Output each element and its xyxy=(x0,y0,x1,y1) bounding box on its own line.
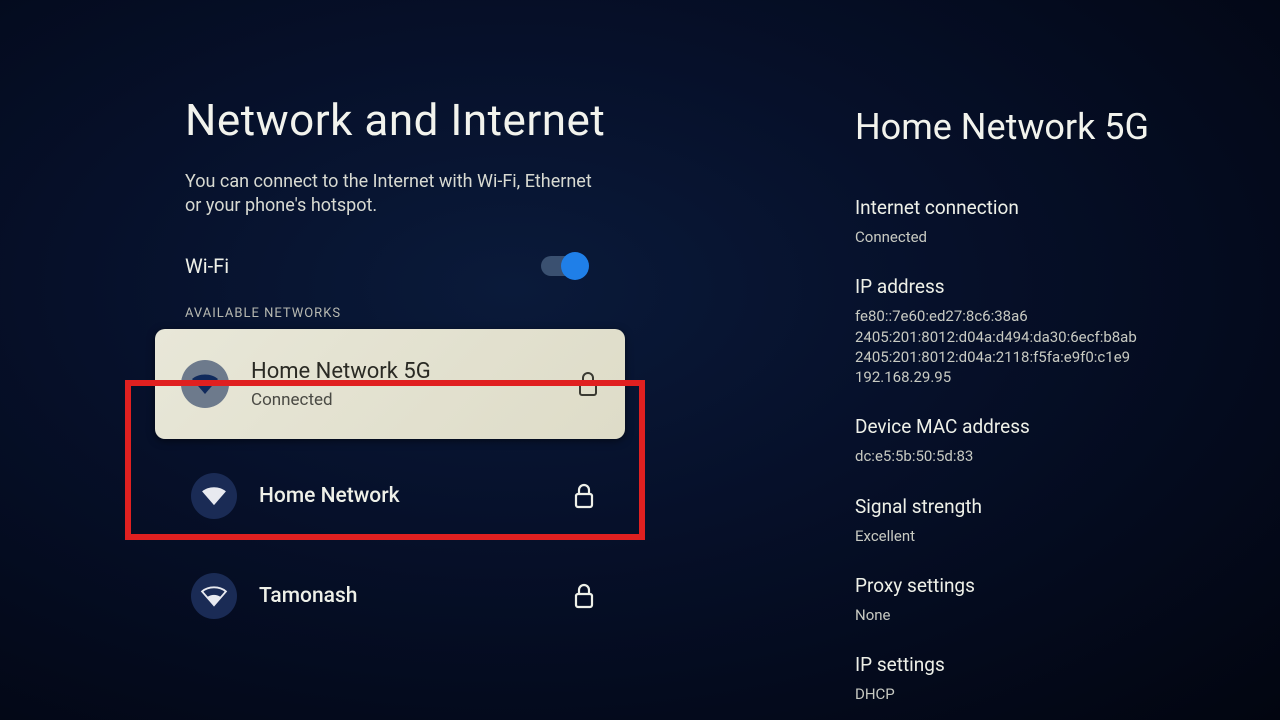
wifi-label: Wi-Fi xyxy=(185,254,229,278)
network-name: Home Network xyxy=(259,484,573,508)
page-title: Network and Internet xyxy=(185,95,685,146)
lock-icon xyxy=(573,483,595,509)
network-name: Tamonash xyxy=(259,584,573,608)
detail-ip-address[interactable]: IP address fe80::7e60:ed27:8c6:38a6 2405… xyxy=(855,275,1235,387)
detail-value: Excellent xyxy=(855,526,1235,546)
wifi-icon xyxy=(191,473,237,519)
detail-value: fe80::7e60:ed27:8c6:38a6 2405:201:8012:d… xyxy=(855,306,1235,387)
network-item[interactable]: Tamonash xyxy=(185,561,625,631)
wifi-toggle-row[interactable]: Wi-Fi xyxy=(185,254,585,278)
detail-label: IP settings xyxy=(855,653,1235,676)
detail-ip-settings[interactable]: IP settings DHCP xyxy=(855,653,1235,704)
detail-label: IP address xyxy=(855,275,1235,298)
wifi-icon xyxy=(181,360,229,408)
lock-icon xyxy=(577,371,599,397)
detail-label: Proxy settings xyxy=(855,574,1235,597)
lock-icon xyxy=(573,583,595,609)
left-panel: Network and Internet You can connect to … xyxy=(185,95,685,631)
detail-mac-address[interactable]: Device MAC address dc:e5:5b:50:5d:83 xyxy=(855,415,1235,466)
detail-value: DHCP xyxy=(855,684,1235,704)
available-networks-label: AVAILABLE NETWORKS xyxy=(185,306,685,321)
page-subtitle: You can connect to the Internet with Wi-… xyxy=(185,170,605,219)
wifi-toggle[interactable] xyxy=(541,256,585,276)
network-item[interactable]: Home Network xyxy=(185,461,625,531)
detail-value: None xyxy=(855,605,1235,625)
network-item-selected[interactable]: Home Network 5G Connected xyxy=(155,329,625,439)
detail-proxy-settings[interactable]: Proxy settings None xyxy=(855,574,1235,625)
toggle-knob xyxy=(561,252,589,280)
detail-signal-strength[interactable]: Signal strength Excellent xyxy=(855,495,1235,546)
detail-label: Device MAC address xyxy=(855,415,1235,438)
detail-internet-connection[interactable]: Internet connection Connected xyxy=(855,196,1235,247)
detail-value: Connected xyxy=(855,227,1235,247)
detail-title: Home Network 5G xyxy=(855,106,1235,148)
detail-value: dc:e5:5b:50:5d:83 xyxy=(855,446,1235,466)
network-status: Connected xyxy=(251,390,577,410)
network-name: Home Network 5G xyxy=(251,359,577,384)
wifi-icon xyxy=(191,573,237,619)
detail-label: Signal strength xyxy=(855,495,1235,518)
right-panel: Home Network 5G Internet connection Conn… xyxy=(855,106,1235,704)
detail-label: Internet connection xyxy=(855,196,1235,219)
